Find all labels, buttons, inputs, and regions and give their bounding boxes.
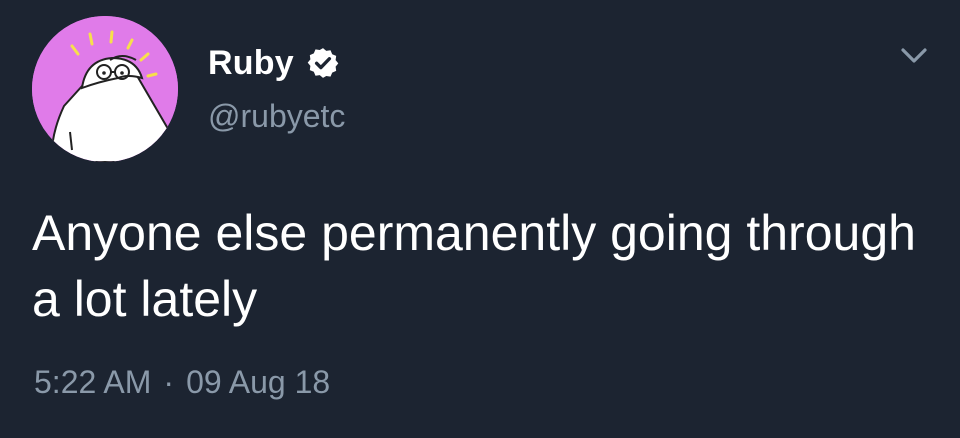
tweet-card: Ruby @rubyetc Anyone else permanently go…: [0, 0, 960, 438]
verified-badge-icon: [307, 48, 339, 78]
tweet-date: 09 Aug 18: [186, 364, 331, 400]
avatar[interactable]: [32, 16, 178, 162]
tweet-text: Anyone else permanently going through a …: [32, 205, 916, 327]
display-name[interactable]: Ruby: [208, 44, 294, 83]
timestamp-separator: ·: [163, 364, 175, 400]
handle[interactable]: @rubyetc: [208, 98, 345, 135]
tweet-timestamp[interactable]: 5:22 AM · 09 Aug 18: [34, 364, 330, 401]
tweet-time: 5:22 AM: [34, 364, 152, 400]
avatar-illustration: [32, 16, 178, 162]
author-name-row[interactable]: Ruby: [208, 38, 340, 88]
chevron-down-icon[interactable]: [893, 40, 935, 70]
